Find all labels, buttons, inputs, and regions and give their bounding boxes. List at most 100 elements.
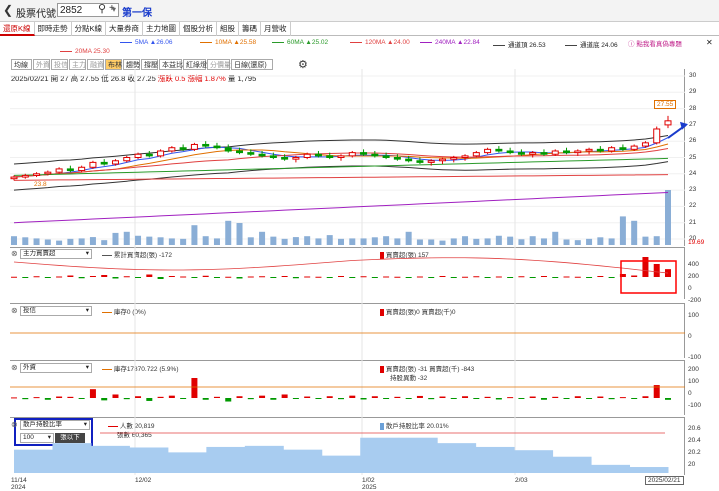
foreign-bar — [202, 398, 209, 400]
volume-bar — [89, 237, 96, 245]
foreign-bar — [112, 394, 119, 398]
candle-body — [495, 148, 503, 152]
candle-body — [551, 150, 559, 155]
holders-bar — [591, 464, 631, 473]
candle-body — [337, 155, 345, 158]
candle-body — [461, 155, 469, 158]
volume-bar — [495, 235, 502, 245]
foreign-bar — [225, 398, 232, 402]
candle-body — [608, 147, 616, 152]
mf-tick: 0 — [688, 285, 692, 292]
candle-body — [472, 152, 480, 157]
volume-bar — [619, 216, 626, 245]
foreign-bar — [371, 396, 378, 398]
price-tick: 27 — [689, 120, 697, 128]
volume-bar — [259, 231, 266, 245]
holders-bar — [14, 449, 53, 473]
candle-body — [393, 157, 401, 160]
mf-bar — [371, 277, 378, 278]
mf-bar — [78, 277, 85, 279]
volume-bar — [338, 238, 344, 245]
holders-bar — [629, 467, 669, 473]
foreign-bar — [89, 389, 96, 398]
candle-body — [653, 128, 661, 144]
volume-bar — [586, 238, 593, 245]
candle-body — [21, 174, 29, 178]
ma240-line — [13, 191, 669, 224]
mf-bar — [101, 275, 108, 277]
price-tick: 28 — [689, 104, 697, 112]
mf-bar — [462, 276, 469, 278]
foreign-bar — [586, 398, 593, 399]
mf-bar — [326, 277, 333, 278]
candle-body — [517, 152, 525, 155]
volume-bar — [428, 239, 435, 245]
candle-body — [619, 147, 627, 150]
date-tick: 11/14 — [11, 477, 27, 484]
candle-body — [202, 143, 210, 147]
candle-body — [44, 171, 52, 175]
volume-bar — [473, 238, 480, 245]
volume-bar — [484, 238, 491, 245]
trust-tick: 0 — [688, 333, 692, 340]
mf-bar — [146, 274, 153, 277]
mf-bar — [135, 277, 142, 278]
foreign-tick: 0 — [688, 390, 692, 397]
mf-bar — [608, 277, 615, 278]
mf-tick: -200 — [688, 297, 702, 304]
holders-tick: 20.2 — [688, 449, 701, 456]
candle-body — [78, 166, 86, 172]
mf-bar — [33, 276, 40, 278]
foreign-tick: -100 — [688, 402, 702, 409]
volume-bar — [439, 240, 446, 245]
candle-body — [450, 157, 458, 160]
volume-bar — [574, 240, 581, 245]
volume-bar — [416, 239, 423, 245]
mf-bar — [123, 276, 130, 278]
mf-bar — [349, 277, 356, 278]
volume-bar — [22, 237, 29, 245]
volume-bar — [360, 238, 367, 245]
volume-bar — [44, 239, 51, 245]
holders-bar — [129, 447, 169, 473]
candle-body — [66, 168, 74, 172]
volume-bar — [371, 237, 378, 245]
candle-body — [371, 153, 379, 157]
candle-body — [33, 173, 41, 176]
holders-bar — [90, 445, 130, 473]
foreign-bar — [56, 396, 63, 398]
candle-body — [168, 147, 176, 152]
candle-body — [596, 148, 604, 152]
foreign-bar — [552, 396, 559, 398]
mf-bar — [563, 276, 570, 278]
foreign-bar — [507, 397, 514, 399]
volume-bar — [56, 240, 63, 245]
candle-body — [123, 157, 131, 162]
candle-body — [427, 160, 435, 163]
volume-bar — [405, 231, 412, 245]
foreign-bar — [338, 398, 344, 400]
candle-body — [630, 145, 638, 150]
foreign-bar — [259, 395, 266, 398]
mf-bar — [597, 276, 604, 277]
foreign-bar — [563, 398, 570, 399]
foreign-bar — [462, 396, 469, 398]
foreign-bar — [394, 396, 401, 398]
foreign-bar — [304, 396, 311, 398]
price-tick: 21 — [689, 218, 697, 226]
foreign-bar — [665, 398, 671, 400]
price-tick: 26 — [689, 137, 697, 145]
price-tick: 30 — [689, 72, 697, 79]
mf-bar — [631, 275, 638, 277]
foreign-bar — [22, 398, 29, 400]
candle-body — [292, 157, 300, 160]
mf-bar — [586, 277, 593, 278]
volume-bar — [202, 236, 209, 245]
mf-bar — [22, 277, 29, 278]
mf-bar — [56, 276, 63, 278]
ma-label: 23.8 — [34, 181, 47, 188]
foreign-bar — [518, 398, 525, 399]
mf-bar — [304, 276, 311, 278]
holders-bar — [475, 446, 515, 473]
price-chart[interactable] — [0, 0, 719, 491]
